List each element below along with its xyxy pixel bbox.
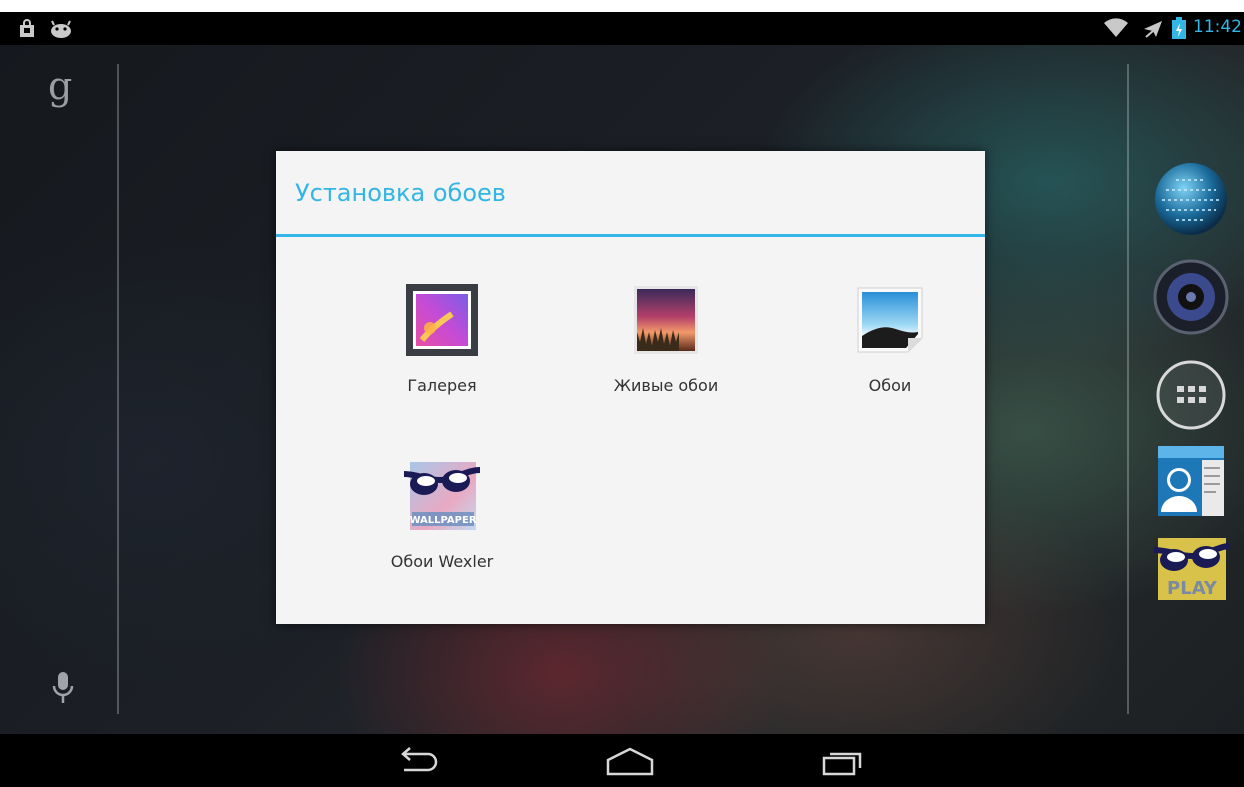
- wallpaper-chooser-dialog: Установка обоев Галерея Живые обои Обои …: [276, 151, 985, 624]
- wallpaper-icon-text: WALLPAPER: [409, 515, 476, 526]
- all-apps-icon[interactable]: [1152, 356, 1230, 434]
- option-wexler-wallpapers[interactable]: WALLPAPER Обои Wexler: [342, 458, 542, 608]
- live-wallpaper-icon: [628, 282, 704, 358]
- android-home-screen: 11:42 g PLAY Установка обоев Галерея Жив…: [0, 12, 1244, 787]
- option-label: Обои Wexler: [390, 552, 494, 571]
- gallery-icon: [404, 282, 480, 358]
- earth-app-icon[interactable]: [1152, 160, 1230, 238]
- wallpapers-icon: [852, 282, 928, 358]
- recent-apps-button[interactable]: [812, 744, 872, 778]
- recent-apps-icon: [822, 752, 862, 776]
- right-divider: [1127, 64, 1129, 714]
- google-search-button[interactable]: g: [48, 64, 72, 108]
- option-label: Галерея: [407, 376, 477, 395]
- dialog-title: Установка обоев: [295, 179, 506, 207]
- android-debug-icon: [50, 20, 72, 42]
- title-divider: [276, 234, 985, 237]
- option-gallery[interactable]: Галерея: [342, 282, 542, 432]
- left-divider: [117, 64, 119, 714]
- home-icon: [606, 747, 654, 776]
- option-label: Живые обои: [613, 376, 719, 395]
- contacts-app-icon[interactable]: [1152, 442, 1230, 520]
- airplane-mode-icon: [1142, 19, 1164, 43]
- wexler-wallpaper-icon: WALLPAPER: [403, 458, 481, 534]
- back-button[interactable]: [390, 744, 450, 778]
- voice-search-mic-icon[interactable]: [52, 672, 74, 710]
- navigation-bar: [0, 734, 1244, 787]
- play-label: PLAY: [1167, 578, 1218, 599]
- wexler-play-icon[interactable]: PLAY: [1152, 528, 1231, 606]
- status-clock: 11:42: [1193, 17, 1242, 37]
- option-label: Обои: [868, 376, 912, 395]
- screen: 11:42 g PLAY Установка обоев Галерея Жив…: [0, 0, 1244, 787]
- shopping-bag-icon: [17, 19, 37, 43]
- status-bar: 11:42: [0, 12, 1244, 45]
- back-arrow-icon: [401, 747, 438, 772]
- option-wallpapers[interactable]: Обои: [790, 282, 990, 432]
- speaker-app-icon[interactable]: [1152, 258, 1230, 336]
- home-button[interactable]: [600, 744, 660, 778]
- battery-charging-icon: [1172, 17, 1186, 43]
- option-live-wallpapers[interactable]: Живые обои: [566, 282, 766, 432]
- wifi-icon: [1104, 18, 1128, 42]
